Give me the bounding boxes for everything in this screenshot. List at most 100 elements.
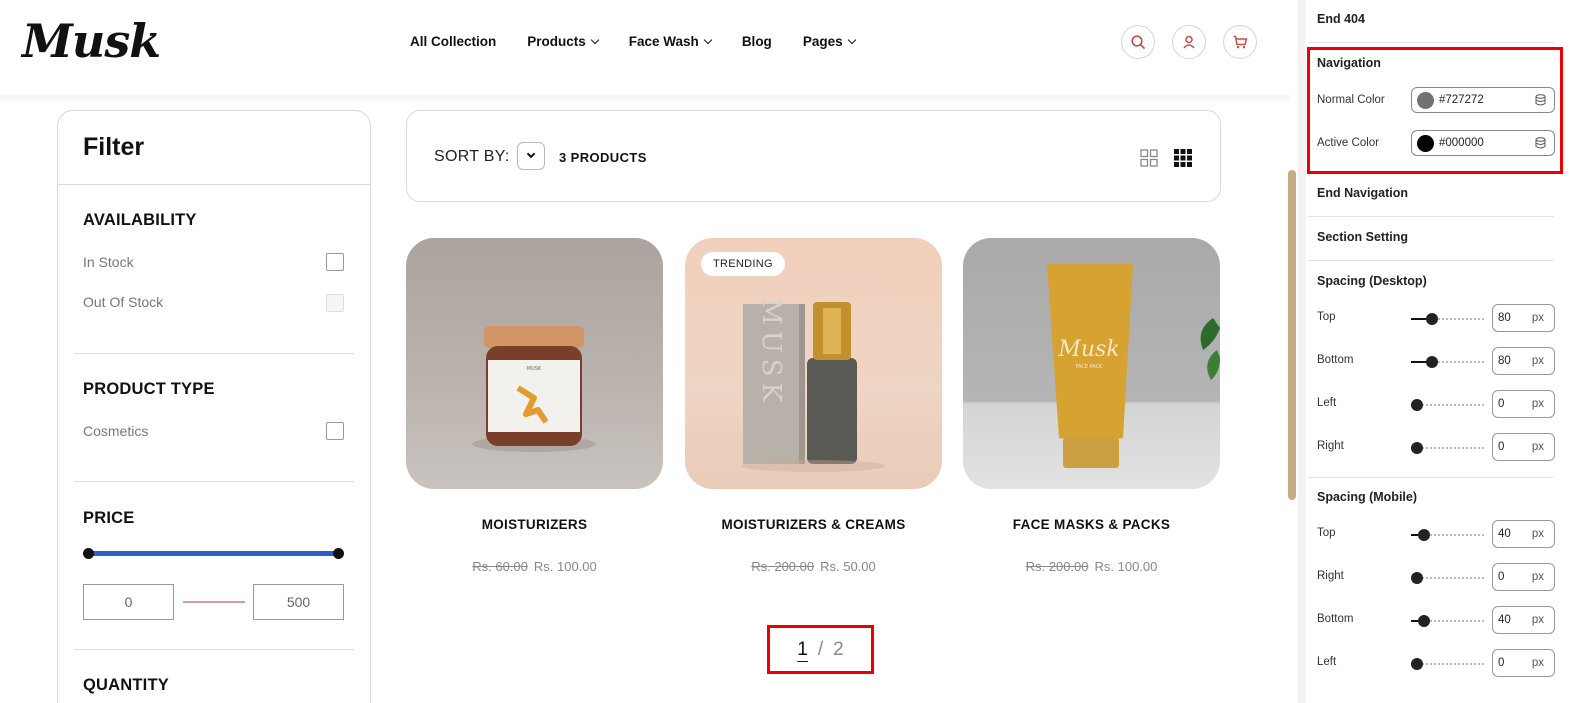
panel-edge xyxy=(1298,0,1306,703)
slider-fill xyxy=(1411,361,1426,363)
spacing-left-slider[interactable] xyxy=(1411,658,1484,670)
search-button[interactable] xyxy=(1121,25,1155,59)
slider-handle[interactable] xyxy=(1411,658,1423,670)
slider-fill xyxy=(1411,620,1418,622)
price-max-input[interactable]: 500 xyxy=(253,584,344,620)
chevron-down-icon xyxy=(703,35,713,44)
search-icon xyxy=(1131,35,1145,49)
spacing-top-input[interactable]: 80 px xyxy=(1492,304,1555,332)
account-button[interactable] xyxy=(1172,25,1206,59)
user-icon xyxy=(1183,35,1195,49)
product-image[interactable]: MUSK TRENDING xyxy=(685,238,942,489)
spacing-bottom-input[interactable]: 80 px xyxy=(1492,347,1555,375)
chevron-down-icon xyxy=(847,35,856,44)
in-stock-checkbox[interactable] xyxy=(326,253,344,271)
spacing-left-input[interactable]: 0 px xyxy=(1492,649,1555,677)
spacing-bottom-slider[interactable] xyxy=(1411,356,1484,368)
nav-label: Face Wash xyxy=(628,34,699,49)
spacing-top-label: Top xyxy=(1317,527,1336,539)
spacing-right-label: Right xyxy=(1317,570,1344,582)
price-title: PRICE xyxy=(83,509,135,527)
pagination: 1 / 2 xyxy=(767,625,874,674)
normal-color-field[interactable]: #727272 xyxy=(1411,87,1555,113)
slider-handle[interactable] xyxy=(1418,615,1430,627)
price-min-handle[interactable] xyxy=(83,548,94,559)
grid-2-icon[interactable] xyxy=(1140,149,1158,167)
spacing-top-slider[interactable] xyxy=(1411,313,1484,325)
chevron-down-icon xyxy=(526,149,536,159)
availability-title: AVAILABILITY xyxy=(83,211,197,229)
page-current[interactable]: 1 xyxy=(797,639,808,661)
spacing-value: 0 xyxy=(1498,398,1505,410)
nav-all-collection[interactable]: All Collection xyxy=(410,34,496,49)
spacing-right-input[interactable]: 0 px xyxy=(1492,433,1555,461)
trending-badge: TRENDING xyxy=(701,252,785,276)
product-sale-price: Rs. 100.00 xyxy=(1094,559,1158,574)
out-of-stock-checkbox[interactable] xyxy=(326,294,344,312)
product-price: Rs. 60.00 Rs. 100.00 xyxy=(406,559,663,574)
slider-handle[interactable] xyxy=(1426,356,1438,368)
grid-3-icon[interactable] xyxy=(1174,149,1192,167)
spacing-right-input[interactable]: 0 px xyxy=(1492,563,1555,591)
logo[interactable]: Musk xyxy=(22,14,161,68)
cart-button[interactable] xyxy=(1223,25,1257,59)
tube-brand-text: Musk xyxy=(1057,337,1119,362)
sort-select[interactable] xyxy=(517,142,545,170)
spacing-value: 40 xyxy=(1498,614,1511,626)
spacing-right-slider[interactable] xyxy=(1411,442,1484,454)
divider xyxy=(74,353,354,354)
spacing-unit: px xyxy=(1531,571,1544,583)
active-color-value: #000000 xyxy=(1439,137,1484,149)
spacing-bottom-slider[interactable] xyxy=(1411,615,1484,627)
navigation-heading: Navigation xyxy=(1317,56,1381,70)
price-min-input[interactable]: 0 xyxy=(83,584,174,620)
spacing-unit: px xyxy=(1531,312,1544,324)
slider-handle[interactable] xyxy=(1411,399,1423,411)
product-name[interactable]: FACE MASKS & PACKS xyxy=(963,517,1220,532)
product-old-price: Rs. 200.00 xyxy=(1025,559,1089,574)
spacing-bottom-label: Bottom xyxy=(1317,354,1354,366)
cosmetics-checkbox[interactable] xyxy=(326,422,344,440)
spacing-left-input[interactable]: 0 px xyxy=(1492,390,1555,418)
slider-handle[interactable] xyxy=(1418,529,1430,541)
box-brand-text: MUSK xyxy=(756,298,786,408)
site-header: Musk All Collection Products Face Wash B… xyxy=(0,0,1290,95)
database-icon[interactable] xyxy=(1535,137,1546,149)
spacing-unit: px xyxy=(1531,528,1544,540)
spacing-top-input[interactable]: 40 px xyxy=(1492,520,1555,548)
product-name[interactable]: MOISTURIZERS xyxy=(406,517,663,532)
price-max-handle[interactable] xyxy=(333,548,344,559)
product-image[interactable]: Musk FACE PACK xyxy=(963,238,1220,489)
spacing-value: 0 xyxy=(1498,657,1505,669)
spacing-top-slider[interactable] xyxy=(1411,529,1484,541)
nav-face-wash[interactable]: Face Wash xyxy=(628,34,713,49)
product-name[interactable]: MOISTURIZERS & CREAMS xyxy=(685,517,942,532)
spacing-left-slider[interactable] xyxy=(1411,399,1484,411)
price-range-track[interactable] xyxy=(88,551,340,556)
end-navigation-heading: End Navigation xyxy=(1317,186,1408,200)
chevron-down-icon xyxy=(590,35,600,44)
product-image[interactable]: MUSK xyxy=(406,238,663,489)
nav-label: All Collection xyxy=(410,34,497,49)
page-total[interactable]: 2 xyxy=(833,639,844,661)
product-old-price: Rs. 200.00 xyxy=(751,559,815,574)
nav-pages[interactable]: Pages xyxy=(802,34,856,49)
slider-handle[interactable] xyxy=(1411,572,1423,584)
nav-products[interactable]: Products xyxy=(527,34,600,49)
nav-blog[interactable]: Blog xyxy=(742,34,772,49)
database-icon[interactable] xyxy=(1535,94,1546,106)
filter-title: Filter xyxy=(83,133,145,161)
page-scrollbar[interactable] xyxy=(1288,170,1296,500)
active-color-swatch[interactable] xyxy=(1417,135,1434,152)
active-color-field[interactable]: #000000 xyxy=(1411,130,1555,156)
normal-color-swatch[interactable] xyxy=(1417,92,1434,109)
divider xyxy=(58,184,370,185)
slider-handle[interactable] xyxy=(1411,442,1423,454)
tube-sublabel-text: FACE PACK xyxy=(1076,364,1104,370)
spacing-bottom-input[interactable]: 40 px xyxy=(1492,606,1555,634)
cart-icon xyxy=(1233,35,1248,49)
slider-handle[interactable] xyxy=(1426,313,1438,325)
nav-label: Pages xyxy=(802,34,843,49)
spacing-right-slider[interactable] xyxy=(1411,572,1484,584)
product-type-title: PRODUCT TYPE xyxy=(83,380,215,398)
